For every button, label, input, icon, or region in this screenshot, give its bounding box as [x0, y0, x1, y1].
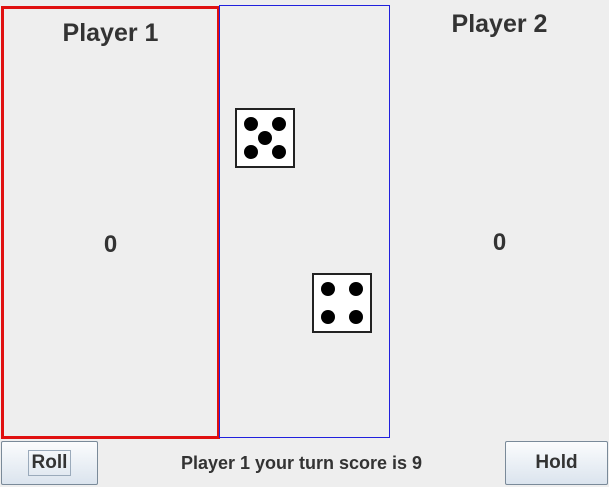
player2-name: Player 2: [451, 10, 548, 38]
die-pip: [349, 310, 363, 324]
die-pip: [272, 145, 286, 159]
die-1: [235, 108, 295, 168]
die-pip: [349, 282, 363, 296]
die-2: [312, 273, 372, 333]
die-pip: [321, 310, 335, 324]
player1-panel: Player 1 0: [1, 6, 220, 439]
die-pip: [244, 145, 258, 159]
die-pip: [321, 282, 335, 296]
hold-button[interactable]: Hold: [505, 441, 608, 485]
player1-score: 0: [103, 231, 118, 258]
die-pip: [272, 117, 286, 131]
dice-area: [219, 5, 390, 438]
player2-score: 0: [492, 229, 507, 256]
player2-panel: Player 2 0: [390, 5, 609, 438]
die-pip: [244, 117, 258, 131]
die-pip: [258, 131, 272, 145]
roll-button[interactable]: Roll: [1, 441, 98, 485]
roll-button-label: Roll: [27, 450, 72, 476]
player1-name: Player 1: [62, 19, 159, 47]
status-message: Player 1 your turn score is 9: [180, 452, 423, 473]
